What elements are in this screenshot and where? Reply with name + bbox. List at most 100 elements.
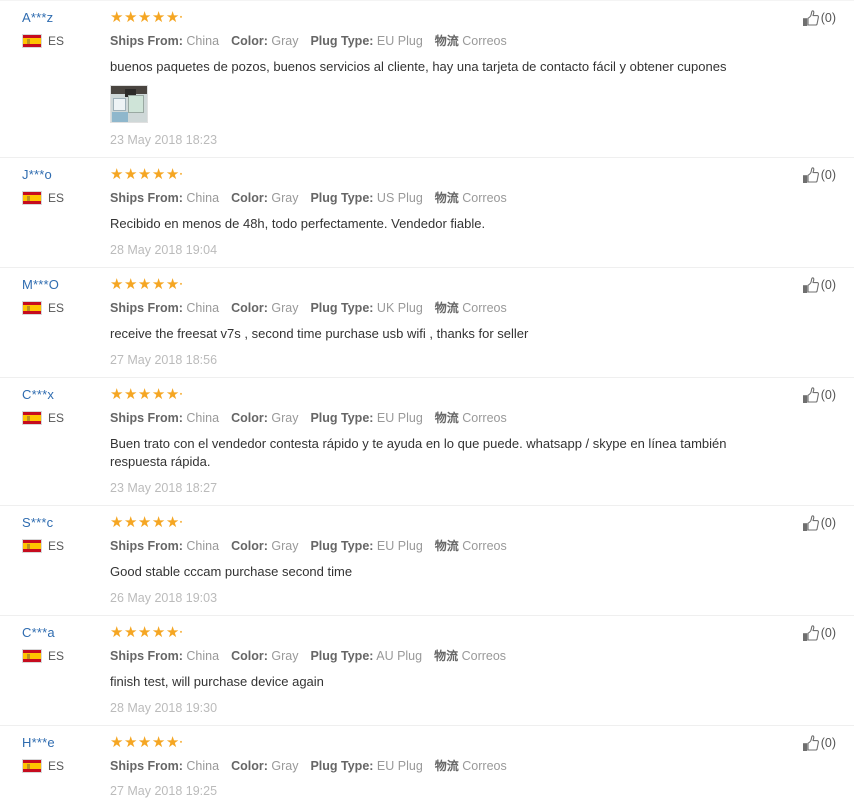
attr-color: Color: Gray [231,759,298,773]
reviewer-name[interactable]: J***o [22,167,52,182]
helpful-button[interactable]: (0) [802,277,836,294]
thumbs-up-icon[interactable] [802,387,820,404]
reviewer-name[interactable]: C***a [22,625,55,640]
attr-plug-type-value: EU Plug [376,759,423,773]
attr-logistics-label: 物流 [434,191,459,205]
attr-ships-from: Ships From: China [110,759,219,773]
review-text: buenos paquetes de pozos, buenos servici… [110,59,727,74]
review-item: M***O ES ★★★★★▪ Ships From: China Color: Gra… [0,267,854,377]
reviewer-country: ES [22,34,110,48]
helpful-button[interactable]: (0) [802,515,836,532]
star-rating: ★★★★★▪ [110,734,784,751]
attr-plug-type-label: Plug Type: [310,539,374,553]
review-content: ★★★★★▪ Ships From: China Color: Gray Plug T… [110,10,854,148]
star-icon: ★ [110,166,124,183]
helpful-count: (0) [820,388,836,402]
review-user-column: H***e ES [0,735,110,773]
attr-color-value: Gray [271,301,299,315]
review-text: Good stable cccam purchase second time [110,564,353,579]
attr-color-label: Color: [231,191,268,205]
attr-ships-from-value: China [186,649,220,663]
country-code-label: ES [48,34,65,48]
thumbs-up-icon[interactable] [802,735,820,752]
star-icon: ★ [110,624,124,641]
star-icon: ★ [151,166,166,183]
attr-ships-from-value: China [186,34,220,48]
star-icon: ★ [123,514,138,531]
attr-color: Color: Gray [231,34,298,48]
review-photo-thumbnail[interactable] [110,85,148,123]
thumbs-up-icon[interactable] [802,167,820,184]
review-user-column: C***x ES [0,387,110,425]
star-tick-icon: ▪ [179,629,183,636]
review-item: C***x ES ★★★★★▪ Ships From: China Color: Gra… [0,377,854,505]
attr-logistics: 物流 Correos [435,539,507,553]
star-icon: ★ [137,734,152,751]
attr-plug-type-value: AU Plug [376,649,423,663]
star-tick-icon: ▪ [179,171,183,178]
attr-logistics-value: Correos [462,539,507,553]
reviewer-country: ES [22,649,110,663]
star-icon: ★ [137,624,152,641]
helpful-count: (0) [820,278,836,292]
helpful-button[interactable]: (0) [802,167,836,184]
attr-ships-from: Ships From: China [110,34,219,48]
review-user-column: J***o ES [0,167,110,205]
helpful-count: (0) [820,736,836,750]
attr-plug-type: Plug Type: AU Plug [310,649,422,663]
review-date: 26 May 2018 19:03 [110,591,218,605]
star-tick-icon: ▪ [179,14,183,21]
star-tick-icon: ▪ [179,391,183,398]
review-item: H***e ES ★★★★★▪ Ships From: China Color: Gra… [0,725,854,808]
reviewer-name[interactable]: H***e [22,735,55,750]
helpful-button[interactable]: (0) [802,387,836,404]
country-code-label: ES [48,759,65,773]
spain-flag-icon [22,411,42,425]
star-icon: ★ [123,166,138,183]
star-icon: ★ [165,386,180,403]
attr-color-label: Color: [231,539,268,553]
attr-color-label: Color: [231,649,268,663]
reviewer-name[interactable]: S***c [22,515,53,530]
attr-ships-from-label: Ships From: [110,34,183,48]
attr-color-value: Gray [271,411,299,425]
star-icon: ★ [165,276,180,293]
attr-logistics: 物流 Correos [435,301,507,315]
star-tick-icon: ▪ [179,281,183,288]
helpful-button[interactable]: (0) [802,10,836,27]
thumbs-up-icon[interactable] [802,515,820,532]
attr-plug-type-label: Plug Type: [310,191,374,205]
attr-plug-type: Plug Type: US Plug [310,191,422,205]
attr-plug-type-value: EU Plug [376,34,423,48]
review-attributes: Ships From: China Color: Gray Plug Type: E… [110,538,784,554]
reviewer-country: ES [22,191,110,205]
attr-ships-from: Ships From: China [110,539,219,553]
helpful-button[interactable]: (0) [802,625,836,642]
reviewer-name[interactable]: C***x [22,387,54,402]
star-icon: ★ [110,9,124,26]
reviewer-country: ES [22,411,110,425]
reviewer-name[interactable]: A***z [22,10,53,25]
review-user-column: A***z ES [0,10,110,48]
thumbs-up-icon[interactable] [802,625,820,642]
attr-ships-from-value: China [186,411,220,425]
attr-logistics-label: 物流 [434,649,459,663]
attr-logistics-value: Correos [462,411,507,425]
attr-logistics-value: Correos [462,301,507,315]
attr-plug-type-label: Plug Type: [310,411,374,425]
star-icon: ★ [110,276,124,293]
star-icon: ★ [151,276,166,293]
review-content: ★★★★★▪ Ships From: China Color: Gray Plug T… [110,515,854,606]
attr-ships-from-label: Ships From: [110,411,183,425]
helpful-button[interactable]: (0) [802,735,836,752]
attr-color: Color: Gray [231,539,298,553]
star-tick-icon: ▪ [179,519,183,526]
star-icon: ★ [165,9,180,26]
reviewer-name[interactable]: M***O [22,277,59,292]
attr-logistics: 物流 Correos [434,649,506,663]
attr-plug-type-value: EU Plug [376,539,423,553]
star-rating: ★★★★★▪ [110,166,784,183]
thumbs-up-icon[interactable] [802,10,820,27]
star-rating: ★★★★★▪ [110,9,784,26]
thumbs-up-icon[interactable] [802,277,820,294]
